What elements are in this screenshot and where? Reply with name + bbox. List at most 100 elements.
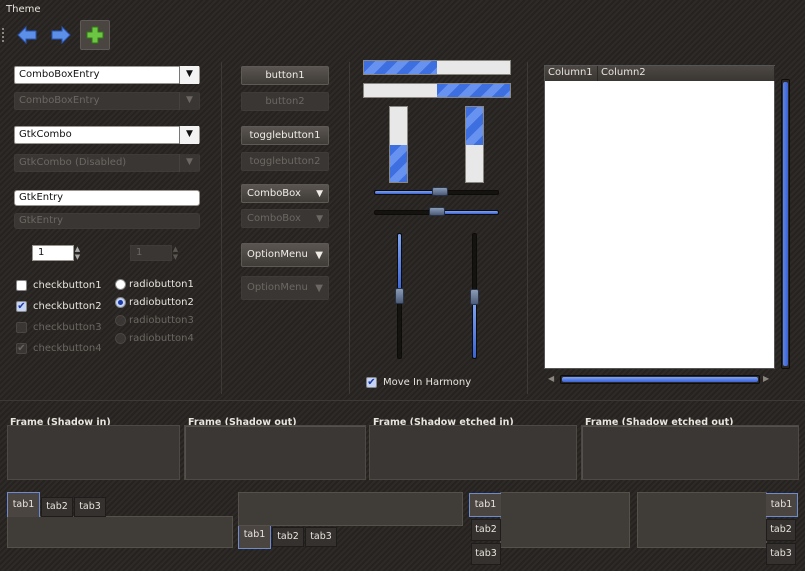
- combobox-entry-disabled-text: ComboBoxEntry: [19, 95, 100, 106]
- tree-hscroll-thumb[interactable]: [562, 377, 758, 382]
- optionmenu[interactable]: OptionMenu ▼: [241, 243, 329, 267]
- tab-top-tab2[interactable]: tab2: [41, 497, 73, 517]
- add-button[interactable]: [80, 20, 110, 50]
- gtk-entry[interactable]: GtkEntry: [14, 190, 200, 206]
- notebook-right-pane: [637, 492, 767, 548]
- hscale-fill: [444, 211, 498, 214]
- radio-icon: [115, 333, 126, 344]
- hscale-fill: [375, 191, 433, 194]
- chevron-down-icon: ▼: [179, 154, 199, 172]
- optionmenu-disabled: OptionMenu ▼: [241, 276, 329, 300]
- checkbutton-label: checkbutton3: [33, 322, 102, 333]
- tab-top-tab3[interactable]: tab3: [74, 497, 106, 517]
- hscale-2-slider[interactable]: [429, 207, 445, 216]
- forward-arrow-icon: [51, 25, 71, 45]
- spin-button[interactable]: 1 ▲ ▼: [32, 245, 80, 261]
- back-arrow-icon: [17, 25, 37, 45]
- notebook-top-pane: [7, 516, 233, 548]
- gtk-entry-text[interactable]: GtkEntry: [19, 192, 63, 203]
- checkbutton-label: checkbutton4: [33, 343, 102, 354]
- radiobutton-1[interactable]: radiobutton1: [115, 279, 194, 290]
- checkbox-icon: [16, 322, 27, 333]
- frame-shadow-in: [7, 425, 180, 480]
- tab-bottom-tab1[interactable]: tab1: [238, 526, 271, 549]
- chevron-down-icon: ▼: [316, 189, 323, 199]
- checkbutton-label: checkbutton2: [33, 301, 102, 312]
- move-in-harmony-label: Move In Harmony: [383, 377, 472, 388]
- radiobutton-3: radiobutton3: [115, 315, 194, 326]
- gtk-combo[interactable]: GtkCombo ▼: [14, 126, 200, 144]
- spin-arrows-icon[interactable]: ▲ ▼: [73, 245, 82, 261]
- checkbutton-2[interactable]: ✔ checkbutton2: [16, 301, 102, 312]
- tab-left-tab2[interactable]: tab2: [471, 519, 501, 541]
- tree-view[interactable]: Column1 Column2: [544, 65, 775, 369]
- chevron-down-icon: ▼: [315, 250, 323, 261]
- radio-icon[interactable]: [115, 279, 126, 290]
- move-in-harmony-check[interactable]: ✔ Move In Harmony: [366, 377, 471, 388]
- checkbutton-4: ✔ checkbutton4: [16, 343, 102, 354]
- tab-bottom-tab2[interactable]: tab2: [272, 527, 304, 547]
- radiobutton-2[interactable]: radiobutton2: [115, 297, 194, 308]
- scroll-right-icon[interactable]: ▶: [763, 374, 769, 383]
- column-header-1[interactable]: Column1: [545, 66, 598, 81]
- checkbutton-label: checkbutton1: [33, 280, 102, 291]
- chevron-down-icon[interactable]: ▼: [179, 66, 199, 84]
- progress-fill: [390, 144, 407, 182]
- tree-vscroll-thumb[interactable]: [783, 82, 788, 366]
- tab-right-tab1[interactable]: tab1: [766, 493, 798, 517]
- checkbox-icon[interactable]: [16, 280, 27, 291]
- tree-hscroll-trough[interactable]: [560, 375, 760, 384]
- forward-button[interactable]: [46, 20, 76, 50]
- checkbox-checked-icon[interactable]: ✔: [366, 377, 377, 388]
- tab-right-tab2[interactable]: tab2: [766, 519, 796, 541]
- tab-right-tab3[interactable]: tab3: [766, 543, 796, 565]
- progress-bar-horizontal-1: [363, 60, 511, 75]
- radiobutton-label: radiobutton3: [129, 315, 194, 326]
- tree-vscroll-trough[interactable]: [781, 79, 790, 369]
- tab-bottom-tab3[interactable]: tab3: [305, 527, 337, 547]
- vscale-fill: [473, 302, 476, 358]
- togglebutton-1[interactable]: togglebutton1: [241, 126, 329, 145]
- checkbutton-1[interactable]: checkbutton1: [16, 280, 102, 291]
- scroll-left-icon[interactable]: ◀: [548, 374, 554, 383]
- combobox-disabled: ComboBox ▼: [241, 209, 329, 228]
- add-plus-icon: [86, 26, 104, 44]
- chevron-down-icon[interactable]: ▼: [179, 126, 199, 144]
- progress-fill: [437, 84, 510, 97]
- checkbutton-3: checkbutton3: [16, 322, 102, 333]
- checkbox-checked-icon[interactable]: ✔: [16, 301, 27, 312]
- column-header-2[interactable]: Column2: [598, 66, 775, 81]
- spin-value[interactable]: 1: [38, 247, 44, 258]
- separator: [349, 62, 350, 394]
- frame-shadow-out: [184, 425, 366, 480]
- progress-fill: [364, 61, 437, 74]
- combobox[interactable]: ComboBox ▼: [241, 184, 329, 203]
- spin-arrows-icon: ▲ ▼: [172, 245, 179, 261]
- togglebutton-2: togglebutton2: [241, 152, 329, 171]
- button-1[interactable]: button1: [241, 66, 329, 85]
- gtk-entry-disabled: GtkEntry: [14, 213, 200, 229]
- back-button[interactable]: [12, 20, 42, 50]
- spin-button-disabled: 1 ▲ ▼: [130, 245, 178, 261]
- chevron-down-icon: ▼: [179, 92, 199, 110]
- notebook-left-pane: [500, 492, 630, 548]
- button-2: button2: [241, 92, 329, 111]
- separator: [527, 62, 528, 394]
- vscale-2-slider[interactable]: [470, 289, 479, 305]
- radio-selected-icon[interactable]: [115, 297, 126, 308]
- spin-disabled-value: 1: [136, 247, 143, 258]
- frame-shadow-etched-out: [581, 425, 799, 480]
- gtk-combo-disabled: GtkCombo (Disabled) ▼: [14, 154, 200, 172]
- tab-top-tab1[interactable]: tab1: [7, 492, 40, 517]
- toolbar-grip[interactable]: [2, 28, 8, 42]
- radiobutton-label: radiobutton1: [129, 279, 194, 290]
- progress-bar-vertical-1: [389, 106, 408, 183]
- combobox-entry[interactable]: ComboBoxEntry ▼: [14, 66, 200, 84]
- optionmenu-text: OptionMenu: [247, 282, 308, 293]
- vscale-1-slider[interactable]: [395, 288, 404, 304]
- tab-left-tab3[interactable]: tab3: [471, 543, 501, 565]
- combobox-entry-text[interactable]: ComboBoxEntry: [19, 69, 100, 80]
- hscale-1-slider[interactable]: [432, 187, 448, 196]
- tab-left-tab1[interactable]: tab1: [469, 493, 501, 517]
- gtk-combo-text[interactable]: GtkCombo: [19, 129, 72, 140]
